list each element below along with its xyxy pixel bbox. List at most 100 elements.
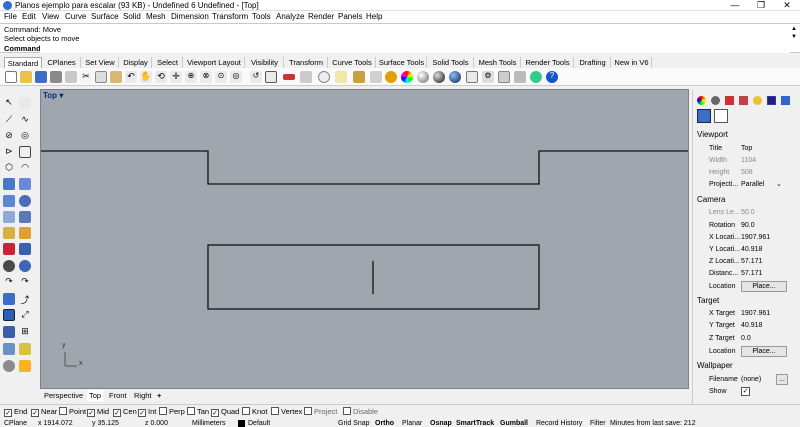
rotation-field[interactable]: 90.0 (741, 222, 755, 229)
trim-icon[interactable]: ↷ (3, 276, 15, 288)
osnap-toggle[interactable]: Osnap (430, 419, 452, 427)
distance-field[interactable]: 57.171 (741, 270, 762, 277)
lights-tab-icon[interactable] (753, 96, 762, 105)
viewport-props-icon[interactable] (697, 109, 711, 123)
help-icon[interactable]: ? (546, 71, 558, 83)
group-icon[interactable] (3, 309, 15, 321)
new-file-icon[interactable] (5, 71, 17, 83)
hide-icon[interactable] (353, 71, 365, 83)
join-icon[interactable] (3, 293, 15, 305)
explode-icon[interactable]: ⤴ (19, 293, 31, 305)
title-value[interactable]: Top (741, 145, 752, 152)
light-icon[interactable] (498, 71, 510, 83)
maximize-button[interactable]: ❐ (748, 0, 774, 11)
z-target-field[interactable]: 0.0 (741, 335, 751, 342)
menu-edit[interactable]: Edit (22, 12, 36, 21)
boolean-icon[interactable] (3, 227, 15, 239)
zoom-extents-icon[interactable]: ⊙ (215, 71, 227, 83)
render-sphere-icon[interactable] (19, 260, 31, 272)
layers-tab-icon[interactable] (739, 96, 748, 105)
undo-view-icon[interactable]: ↺ (250, 71, 262, 83)
menu-mesh[interactable]: Mesh (146, 12, 166, 21)
osnap-end[interactable]: ✓ End (4, 407, 27, 417)
osnap-point[interactable]: Point (59, 407, 86, 416)
text-object-icon[interactable] (19, 243, 31, 255)
show-wallpaper-checkbox[interactable]: ✓ (741, 387, 750, 396)
y-location-field[interactable]: 40.918 (741, 246, 762, 253)
tab-standard[interactable]: Standard (4, 57, 42, 68)
material-icon[interactable] (466, 71, 478, 83)
tab-transform[interactable]: Transform (285, 57, 328, 68)
osnap-project[interactable]: Project (304, 407, 337, 416)
tab-visibility[interactable]: Visibility (246, 57, 284, 68)
properties-icon[interactable] (65, 71, 77, 83)
osnap-knot-checkbox[interactable] (242, 407, 250, 415)
shaded-icon[interactable] (417, 71, 429, 83)
render-tab-icon[interactable] (711, 96, 720, 105)
paste-icon[interactable] (110, 71, 122, 83)
osnap-cen[interactable]: ✓ Cen (113, 407, 137, 417)
camera-place-button[interactable]: Place... (741, 281, 787, 292)
ortho-toggle[interactable]: Ortho (375, 419, 394, 427)
tab-mesh-tools[interactable]: Mesh Tools (475, 57, 521, 68)
osnap-perp-checkbox[interactable] (159, 407, 167, 415)
z-location-field[interactable]: 57.171 (741, 258, 762, 265)
osnap-end-checkbox[interactable]: ✓ (4, 409, 12, 417)
x-target-field[interactable]: 1907.961 (741, 310, 770, 317)
analyze-icon[interactable] (3, 343, 15, 355)
open-file-icon[interactable] (20, 71, 32, 83)
grid-icon[interactable] (318, 71, 330, 83)
tab-display[interactable]: Display (120, 57, 152, 68)
menu-panels[interactable]: Panels (338, 12, 362, 21)
tab-front[interactable]: Front (109, 390, 127, 401)
save-icon[interactable] (35, 71, 47, 83)
osnap-project-checkbox[interactable] (304, 407, 312, 415)
select-arrow-icon[interactable]: ↖ (3, 97, 15, 109)
paint-icon[interactable] (19, 360, 31, 372)
osnap-near-checkbox[interactable]: ✓ (31, 409, 39, 417)
zoom-icon[interactable]: ✛ (170, 71, 182, 83)
lock-icon[interactable] (370, 71, 382, 83)
tab-drafting[interactable]: Drafting (575, 57, 611, 68)
osnap-knot[interactable]: Knot (242, 407, 267, 416)
mirror-icon[interactable]: ⊞ (19, 326, 31, 338)
rectangle-icon[interactable] (19, 146, 31, 158)
box-icon[interactable] (3, 195, 15, 207)
polygon-icon[interactable]: ⬡ (3, 162, 15, 174)
top-viewport[interactable]: Top ▾ y x (40, 89, 689, 389)
options-icon[interactable]: ⚙ (482, 71, 494, 83)
tab-cplanes[interactable]: CPlanes (43, 57, 81, 68)
materials-tab-icon[interactable] (725, 96, 734, 105)
tab-render-tools[interactable]: Render Tools (522, 57, 574, 68)
tab-viewport-layout[interactable]: Viewport Layout (184, 57, 245, 68)
arc-icon[interactable]: ⊳ (3, 146, 15, 158)
tab-select[interactable]: Select (153, 57, 183, 68)
light-bulb-icon[interactable] (3, 260, 15, 272)
osnap-vertex-checkbox[interactable] (271, 407, 279, 415)
construction-plane-icon[interactable] (300, 71, 312, 83)
copy-icon[interactable] (95, 71, 107, 83)
menu-file[interactable]: File (4, 12, 17, 21)
menu-transform[interactable]: Transform (212, 12, 248, 21)
undo-icon[interactable]: ↶ (125, 71, 137, 83)
osnap-mid-checkbox[interactable]: ✓ (87, 409, 95, 417)
sphere-icon[interactable] (19, 195, 31, 207)
array-icon[interactable] (3, 326, 15, 338)
curve-icon[interactable]: ∿ (19, 114, 31, 126)
car-icon[interactable] (283, 74, 295, 80)
menu-analyze[interactable]: Analyze (276, 12, 304, 21)
osnap-disable[interactable]: Disable (343, 407, 378, 416)
display-tab-icon[interactable] (767, 96, 776, 105)
menu-tools[interactable]: Tools (252, 12, 271, 21)
tab-solid-tools[interactable]: Solid Tools (428, 57, 474, 68)
zoom-window-icon[interactable]: ⊕ (185, 71, 197, 83)
osnap-near[interactable]: ✓ Near (31, 407, 57, 417)
zoom-selected-icon[interactable]: ◎ (230, 71, 242, 83)
plugin-icon[interactable] (530, 71, 542, 83)
cut-icon[interactable]: ✂ (80, 71, 92, 83)
filter-toggle[interactable]: Filter (590, 419, 606, 427)
osnap-tan[interactable]: Tan (187, 407, 209, 416)
menu-curve[interactable]: Curve (65, 12, 86, 21)
osnap-quad-checkbox[interactable]: ✓ (211, 409, 219, 417)
osnap-quad[interactable]: ✓ Quad (211, 407, 239, 417)
